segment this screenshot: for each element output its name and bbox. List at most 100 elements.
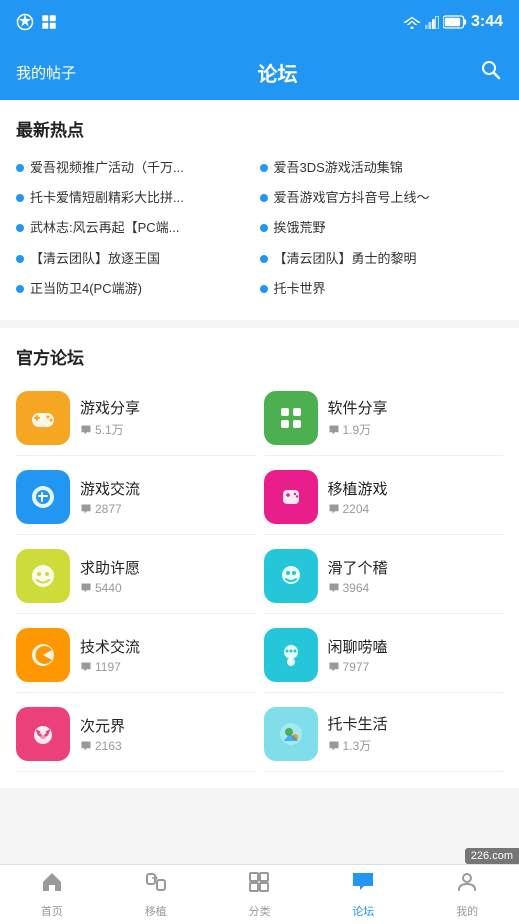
forum-icon-2	[16, 470, 70, 524]
forum-name-3: 移植游戏	[328, 478, 388, 499]
forum-count-5: 3964	[328, 581, 388, 595]
tab-home-label: 首页	[41, 903, 63, 919]
hot-item-text: 武林志:风云再起【PC端...	[30, 219, 180, 237]
tab-category[interactable]: 分类	[208, 865, 312, 924]
forum-name-9: 托卡生活	[328, 713, 388, 734]
hot-dot	[16, 164, 24, 172]
forum-count-9: 1.3万	[328, 737, 388, 754]
hot-item-text: 爱吾视频推广活动（千万...	[30, 159, 184, 177]
hot-dot	[260, 164, 268, 172]
search-icon[interactable]	[479, 58, 503, 87]
user-icon	[455, 870, 479, 900]
tab-forum-label: 论坛	[352, 903, 374, 919]
forum-name-6: 技术交流	[80, 636, 140, 657]
hot-section: 最新热点 爱吾视频推广活动（千万... 爱吾3DS游戏活动集锦 托卡爱情短剧精彩…	[0, 100, 519, 320]
forum-count-8: 2163	[80, 739, 125, 753]
forum-icon-5	[264, 549, 318, 603]
main-content: 最新热点 爱吾视频推广活动（千万... 爱吾3DS游戏活动集锦 托卡爱情短剧精彩…	[0, 100, 519, 864]
forum-info-7: 闲聊唠嗑 7977	[328, 636, 388, 674]
forum-count-1: 1.9万	[328, 421, 388, 438]
forum-section-title: 官方论坛	[16, 344, 503, 369]
forum-item-5[interactable]: 滑了个稽 3964	[264, 539, 504, 614]
forum-item-2[interactable]: 游戏交流 2877	[16, 460, 256, 535]
hot-item-text: 托卡爱情短剧精彩大比拼...	[30, 189, 184, 207]
hot-item-text: 正当防卫4(PC端游)	[30, 280, 142, 298]
forum-count-3: 2204	[328, 502, 388, 516]
hot-dot	[260, 194, 268, 202]
forum-item-3[interactable]: 移植游戏 2204	[264, 460, 504, 535]
forum-icon-8	[16, 707, 70, 761]
forum-item-4[interactable]: 求助许愿 5440	[16, 539, 256, 614]
app-icon-2	[40, 13, 58, 31]
hot-item-text: 托卡世界	[274, 280, 326, 298]
battery-icon	[443, 15, 467, 29]
forum-name-7: 闲聊唠嗑	[328, 636, 388, 657]
forum-name-4: 求助许愿	[80, 557, 140, 578]
tab-category-label: 分类	[248, 903, 270, 919]
tab-home[interactable]: 首页	[0, 865, 104, 924]
forum-item-9[interactable]: 托卡生活 1.3万	[264, 697, 504, 772]
tab-user[interactable]: 我的	[415, 865, 519, 924]
forum-name-8: 次元界	[80, 715, 125, 736]
forum-info-0: 游戏分享 5.1万	[80, 397, 140, 438]
forum-item-1[interactable]: 软件分享 1.9万	[264, 381, 504, 456]
forum-count-2: 2877	[80, 502, 140, 516]
hot-item-text: 【清云团队】放逐王国	[30, 250, 160, 268]
forum-item-8[interactable]: 次元界 2163	[16, 697, 256, 772]
forum-icon-9	[264, 707, 318, 761]
nav-bar: 我的帖子 论坛	[0, 44, 519, 100]
forum-info-3: 移植游戏 2204	[328, 478, 388, 516]
list-item[interactable]: 托卡世界	[260, 274, 504, 304]
status-right-icons: 3:44	[403, 13, 503, 31]
tab-transfer-label: 移植	[145, 903, 167, 919]
forum-info-1: 软件分享 1.9万	[328, 397, 388, 438]
forum-count-0: 5.1万	[80, 421, 140, 438]
forum-item-6[interactable]: 技术交流 1197	[16, 618, 256, 693]
forum-icon-3	[264, 470, 318, 524]
list-item[interactable]: 【清云团队】放逐王国	[16, 244, 260, 274]
forum-info-8: 次元界 2163	[80, 715, 125, 753]
forum-count-7: 7977	[328, 660, 388, 674]
forum-icon	[351, 870, 375, 900]
tab-forum[interactable]: 论坛	[311, 865, 415, 924]
list-item[interactable]: 正当防卫4(PC端游)	[16, 274, 260, 304]
tab-transfer[interactable]: 移植	[104, 865, 208, 924]
hot-item-text: 爱吾3DS游戏活动集锦	[274, 159, 403, 177]
tab-user-label: 我的	[456, 903, 478, 919]
forum-info-6: 技术交流 1197	[80, 636, 140, 674]
forum-icon-6	[16, 628, 70, 682]
forum-icon-4	[16, 549, 70, 603]
hot-dot	[16, 224, 24, 232]
list-item[interactable]: 爱吾视频推广活动（千万...	[16, 153, 260, 183]
forum-icon-0	[16, 391, 70, 445]
home-icon	[40, 870, 64, 900]
forum-name-0: 游戏分享	[80, 397, 140, 418]
hot-grid: 爱吾视频推广活动（千万... 爱吾3DS游戏活动集锦 托卡爱情短剧精彩大比拼..…	[16, 153, 503, 304]
forum-icon-7	[264, 628, 318, 682]
list-item[interactable]: 武林志:风云再起【PC端...	[16, 213, 260, 243]
transfer-icon	[144, 870, 168, 900]
list-item[interactable]: 托卡爱情短剧精彩大比拼...	[16, 183, 260, 213]
forum-section: 官方论坛 游戏分享 5.1万	[0, 328, 519, 788]
list-item[interactable]: 爱吾游戏官方抖音号上线～	[260, 183, 504, 213]
forum-info-2: 游戏交流 2877	[80, 478, 140, 516]
hot-dot	[16, 194, 24, 202]
list-item[interactable]: 【清云团队】勇士的黎明	[260, 244, 504, 274]
watermark: 226.com	[465, 848, 519, 864]
hot-dot	[260, 285, 268, 293]
forum-info-5: 滑了个稽 3964	[328, 557, 388, 595]
forum-item-7[interactable]: 闲聊唠嗑 7977	[264, 618, 504, 693]
hot-item-text: 爱吾游戏官方抖音号上线～	[274, 189, 430, 207]
wifi-icon	[403, 15, 421, 29]
hot-dot	[16, 285, 24, 293]
forum-item-0[interactable]: 游戏分享 5.1万	[16, 381, 256, 456]
nav-left-label[interactable]: 我的帖子	[16, 62, 76, 83]
list-item[interactable]: 挨饿荒野	[260, 213, 504, 243]
list-item[interactable]: 爱吾3DS游戏活动集锦	[260, 153, 504, 183]
signal-icon	[425, 15, 439, 29]
forum-name-2: 游戏交流	[80, 478, 140, 499]
hot-dot	[16, 255, 24, 263]
status-bar: 3:44	[0, 0, 519, 44]
forum-icon-1	[264, 391, 318, 445]
nav-title: 论坛	[258, 58, 298, 87]
